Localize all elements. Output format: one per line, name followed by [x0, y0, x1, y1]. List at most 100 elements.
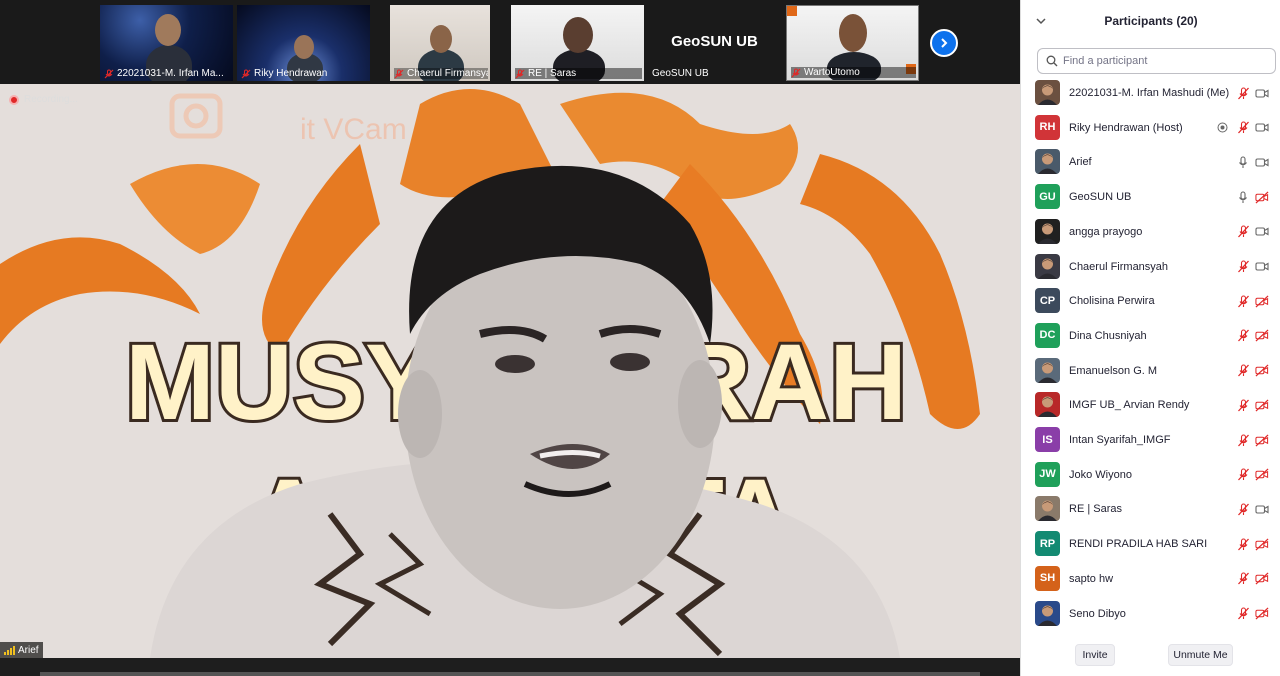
- recording-indicator: Recording...: [9, 94, 78, 105]
- video-off-icon: [1255, 294, 1269, 308]
- mic-muted-icon: [1236, 468, 1250, 482]
- search-icon: [1046, 55, 1058, 67]
- participant-name: RE | Saras: [1069, 503, 1122, 516]
- video-off-icon: [1255, 398, 1269, 412]
- participant-row[interactable]: RE | Saras: [1021, 492, 1280, 526]
- participant-row[interactable]: Arief: [1021, 145, 1280, 179]
- participant-name: Riky Hendrawan (Host): [1069, 121, 1183, 134]
- avatar-photo: [1035, 392, 1060, 418]
- mic-muted-icon: [1236, 433, 1250, 447]
- avatar-initials: IS: [1035, 427, 1060, 452]
- avatar-initials: DC: [1035, 322, 1060, 348]
- horizontal-scrollbar[interactable]: [40, 672, 980, 676]
- panel-header: Participants (20): [1021, 0, 1280, 42]
- participants-panel: Participants (20) 22021031-M. Irfan Mash…: [1020, 0, 1280, 676]
- participant-row[interactable]: Emanuelson G. M: [1021, 354, 1280, 388]
- mic-muted-icon: [1236, 572, 1250, 586]
- participant-row[interactable]: IMGF UB_ Arvian Rendy: [1021, 388, 1280, 422]
- participant-row[interactable]: angga prayogo: [1021, 215, 1280, 249]
- participant-name: GeoSUN UB: [1069, 191, 1132, 204]
- video-thumbnail-no-video[interactable]: GeoSUN UB GeoSUN UB: [648, 5, 781, 81]
- search-input[interactable]: [1063, 55, 1263, 67]
- thumbnail-center-name: GeoSUN UB: [671, 33, 758, 50]
- participant-row[interactable]: GU GeoSUN UB: [1021, 180, 1280, 214]
- video-thumbnail[interactable]: Chaerul Firmansyah: [390, 5, 490, 81]
- video-off-icon: [1255, 190, 1269, 204]
- video-off-icon: [1255, 572, 1269, 586]
- orange-corner-marker: [787, 6, 797, 16]
- video-off-icon: [1255, 607, 1269, 621]
- participant-name: RENDI PRADILA HAB SARI: [1069, 538, 1208, 551]
- thumbnail-name: 22021031-M. Irfan Ma...: [117, 68, 224, 79]
- avatar-photo: [1035, 149, 1060, 175]
- active-speaker-video: MUSYAWARAH ANGGOTA it VCam: [0, 84, 1020, 658]
- mic-icon: [1236, 155, 1250, 169]
- thumbnail-label: Chaerul Firmansyah: [394, 68, 488, 79]
- speaker-video-frame: MUSYAWARAH ANGGOTA it VCam: [0, 84, 1020, 658]
- participant-name: 22021031-M. Irfan Mashudi (Me): [1069, 87, 1230, 99]
- avatar-initials: GU: [1035, 184, 1060, 210]
- video-thumbnail[interactable]: RE | Saras: [511, 5, 644, 81]
- participant-name: angga prayogo: [1069, 225, 1143, 238]
- avatar-photo: [1035, 218, 1060, 244]
- panel-title: Participants (20): [1104, 14, 1198, 28]
- participant-row[interactable]: Seno Dibyo: [1021, 597, 1280, 631]
- participant-row[interactable]: IS Intan Syarifah_IMGF: [1021, 423, 1280, 457]
- person-head: [839, 14, 867, 52]
- thumbnail-name: RE | Saras: [528, 68, 577, 79]
- avatar-photo: [1035, 600, 1060, 626]
- zoom-meeting-window: 22021031-M. Irfan Ma... Riky Hendrawan C…: [0, 0, 1280, 676]
- video-camera-icon: [1255, 121, 1269, 135]
- mic-muted-icon: [241, 69, 251, 78]
- video-camera-icon: [1255, 260, 1269, 274]
- participant-thumbnail-strip: 22021031-M. Irfan Ma... Riky Hendrawan C…: [0, 0, 1020, 84]
- recording-status-icon: [1215, 121, 1229, 135]
- mic-muted-icon: [1236, 86, 1250, 100]
- video-thumbnail[interactable]: 22021031-M. Irfan Ma...: [100, 5, 233, 81]
- mic-muted-icon: [1236, 260, 1250, 274]
- participant-row[interactable]: RH Riky Hendrawan (Host): [1021, 111, 1280, 145]
- signal-strength-icon: [4, 645, 15, 655]
- avatar-initials: RH: [1035, 114, 1060, 140]
- mic-muted-icon: [791, 68, 801, 77]
- participant-name: Seno Dibyo: [1069, 607, 1126, 620]
- avatar-initials: CP: [1035, 288, 1060, 314]
- avatar-initials: SH: [1035, 565, 1060, 591]
- video-thumbnail[interactable]: Riky Hendrawan: [237, 5, 370, 81]
- participant-row[interactable]: 22021031-M. Irfan Mashudi (Me): [1021, 76, 1280, 110]
- thumbnail-label: Riky Hendrawan: [241, 68, 368, 79]
- thumbnail-label: 22021031-M. Irfan Ma...: [104, 68, 231, 79]
- meeting-bottom-bar: [0, 658, 1020, 676]
- next-page-button[interactable]: [930, 29, 958, 57]
- record-dot-icon: [9, 94, 19, 105]
- invite-button[interactable]: Invite: [1075, 644, 1115, 666]
- participant-name: Chaerul Firmansyah: [1069, 260, 1169, 273]
- chevron-down-icon[interactable]: [1035, 15, 1047, 27]
- unmute-me-button[interactable]: Unmute Me: [1168, 644, 1233, 666]
- participant-row[interactable]: CP Cholisina Perwira: [1021, 284, 1280, 318]
- participant-row[interactable]: SH sapto hw: [1021, 562, 1280, 596]
- avatar-photo: [1035, 357, 1060, 383]
- participant-name: Arief: [1069, 156, 1092, 169]
- video-off-icon: [1255, 364, 1269, 378]
- participant-row[interactable]: JW Joko Wiyono: [1021, 458, 1280, 492]
- video-camera-icon: [1255, 502, 1269, 516]
- participant-name: Cholisina Perwira: [1069, 295, 1155, 308]
- participant-row[interactable]: Chaerul Firmansyah: [1021, 250, 1280, 284]
- video-thumbnail[interactable]: WartoUtomo: [786, 5, 919, 81]
- mic-muted-icon: [104, 69, 114, 78]
- panel-footer: Invite Unmute Me: [1021, 640, 1280, 670]
- mic-muted-icon: [1236, 537, 1250, 551]
- participant-row[interactable]: RP RENDI PRADILA HAB SARI: [1021, 527, 1280, 561]
- mic-muted-icon: [1236, 329, 1250, 343]
- participant-name: IMGF UB_ Arvian Rendy: [1069, 399, 1190, 412]
- mic-muted-icon: [1236, 607, 1250, 621]
- recording-label: Recording...: [24, 94, 78, 105]
- participant-row[interactable]: DC Dina Chusniyah: [1021, 319, 1280, 353]
- mic-muted-icon: [515, 69, 525, 78]
- person-head: [430, 25, 452, 53]
- participant-search[interactable]: [1037, 48, 1276, 74]
- avatar-photo: [1035, 80, 1060, 105]
- video-camera-icon: [1255, 86, 1269, 100]
- avatar-initials: JW: [1035, 461, 1060, 487]
